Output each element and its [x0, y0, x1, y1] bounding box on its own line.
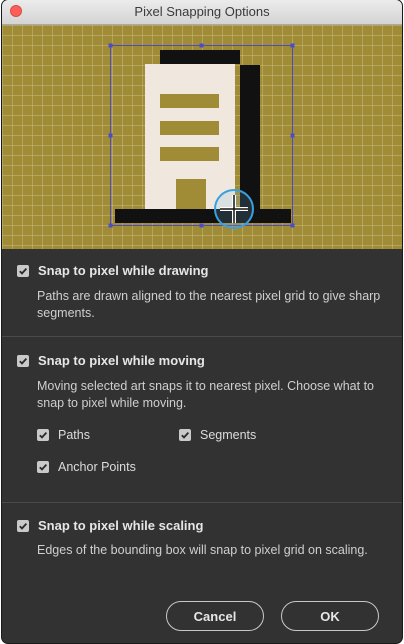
ok-button[interactable]: OK: [281, 601, 379, 631]
snap-segments-label: Segments: [200, 428, 257, 442]
snap-scaling-description: Edges of the bounding box will snap to p…: [37, 543, 368, 557]
cancel-button[interactable]: Cancel: [166, 601, 264, 631]
snap-moving-checkbox[interactable]: Snap to pixel while moving: [17, 353, 205, 368]
check-icon: [17, 519, 29, 532]
window-title: Pixel Snapping Options: [134, 4, 270, 19]
section-snap-scaling: Snap to pixel while scaling Edges of the…: [2, 504, 402, 584]
title-bar: Pixel Snapping Options: [2, 0, 402, 25]
check-icon: [17, 264, 29, 277]
snap-paths-checkbox[interactable]: Paths: [37, 428, 90, 442]
snap-paths-label: Paths: [58, 428, 90, 442]
check-icon: [37, 461, 49, 473]
check-icon: [37, 429, 49, 441]
snap-cursor-icon: [214, 189, 254, 229]
snap-moving-label: Snap to pixel while moving: [38, 353, 205, 368]
section-snap-moving: Snap to pixel while moving Moving select…: [2, 338, 402, 503]
section-snap-drawing: Snap to pixel while drawing Paths are dr…: [2, 249, 402, 337]
dialog-window: Pixel Snapping Options Snap to pixel whi…: [2, 0, 402, 643]
check-icon: [17, 354, 29, 367]
snap-drawing-checkbox[interactable]: Snap to pixel while drawing: [17, 263, 208, 278]
snap-moving-description: Moving selected art snaps it to nearest …: [37, 379, 374, 410]
snap-anchor-points-checkbox[interactable]: Anchor Points: [37, 460, 136, 474]
snap-scaling-label: Snap to pixel while scaling: [38, 518, 204, 533]
snap-drawing-description: Paths are drawn aligned to the nearest p…: [37, 289, 381, 320]
check-icon: [179, 429, 191, 441]
snap-scaling-checkbox[interactable]: Snap to pixel while scaling: [17, 518, 203, 533]
preview-illustration: [2, 25, 402, 249]
snap-anchor-points-label: Anchor Points: [58, 460, 136, 474]
snap-segments-checkbox[interactable]: Segments: [179, 428, 256, 442]
snap-drawing-label: Snap to pixel while drawing: [38, 263, 209, 278]
